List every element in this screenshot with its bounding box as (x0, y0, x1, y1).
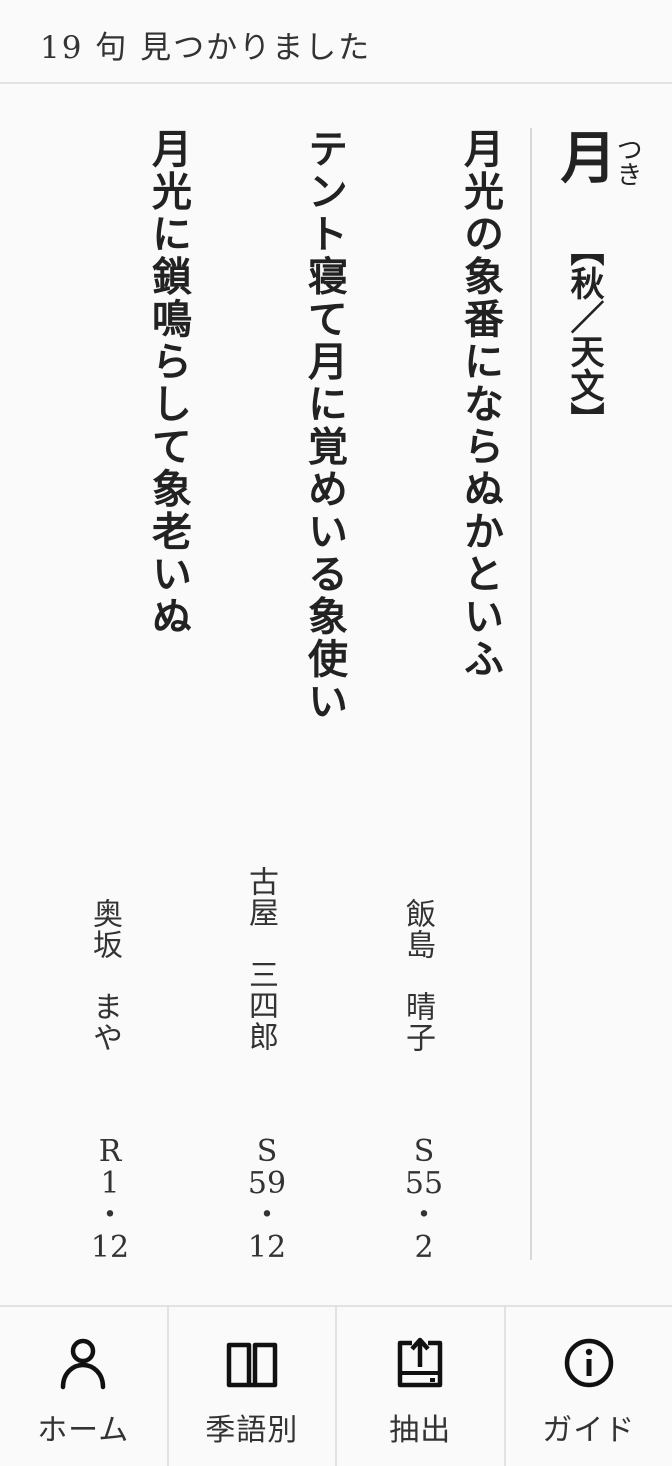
date-year: 59 (247, 1166, 287, 1201)
haiku-author: 古屋 三四郎 (243, 866, 278, 1052)
nav-guide[interactable]: ガイド (506, 1307, 672, 1466)
kigo-divider (530, 128, 532, 1260)
date-month: 12 (247, 1230, 287, 1265)
export-icon (398, 1337, 443, 1388)
date-era: S (256, 1134, 278, 1169)
result-count: 19 句 見つかりました (40, 30, 372, 66)
haiku-author: 飯島 晴子 (400, 898, 435, 1053)
info-icon (564, 1338, 613, 1388)
date-separator: ・ (409, 1198, 439, 1233)
kigo-season: 【秋／天文】 (564, 232, 604, 436)
date-era: S (413, 1134, 435, 1169)
results-header: 19 句 見つかりました (0, 0, 672, 84)
haiku-date: S 59 ・ 12 (247, 1136, 287, 1264)
nav-extract[interactable]: 抽出 (337, 1307, 506, 1466)
nav-home-label: ホーム (37, 1413, 130, 1448)
person-icon (61, 1338, 106, 1390)
haiku-text[interactable]: テント寝て月に覚めいる象使い (301, 128, 348, 723)
kigo-reading: つき (612, 136, 642, 186)
haiku-author: 奥坂 まや (87, 898, 122, 1053)
haiku-date: R 1 ・ 12 (90, 1136, 130, 1264)
date-year: 1 (100, 1166, 120, 1201)
date-era: R (98, 1134, 122, 1169)
bottom-nav: ホーム 季語別 抽出 ガイド (0, 1305, 672, 1466)
haiku-text[interactable]: 月光の象番にならぬかといふ (457, 128, 504, 681)
date-separator: ・ (252, 1198, 282, 1233)
nav-home[interactable]: ホーム (0, 1307, 169, 1466)
kigo-word: 月 (551, 128, 617, 184)
date-month: 12 (90, 1230, 130, 1265)
nav-extract-label: 抽出 (389, 1413, 452, 1448)
date-year: 55 (404, 1166, 444, 1201)
nav-by-kigo[interactable]: 季語別 (169, 1307, 337, 1466)
haiku-text[interactable]: 月光に鎖鳴らして象老いぬ (145, 128, 192, 638)
date-separator: ・ (95, 1198, 125, 1233)
nav-guide-label: ガイド (542, 1413, 636, 1448)
nav-by-kigo-label: 季語別 (205, 1413, 299, 1448)
date-month: 2 (414, 1230, 434, 1265)
haiku-date: S 55 ・ 2 (404, 1136, 444, 1264)
book-icon (226, 1342, 277, 1388)
